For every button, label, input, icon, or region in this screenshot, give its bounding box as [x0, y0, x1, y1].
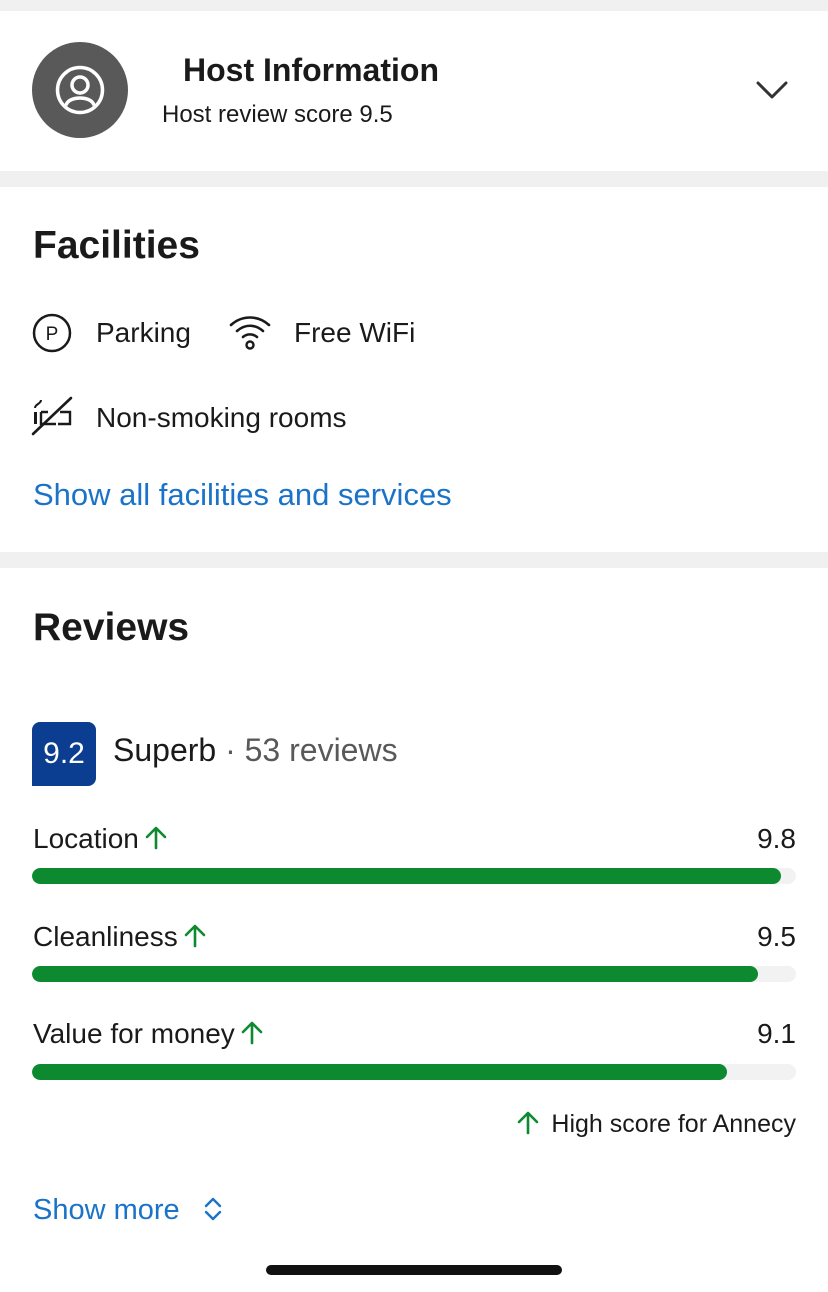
reviews-title: Reviews — [33, 606, 190, 649]
no-smoking-icon — [30, 395, 74, 442]
score-bar-track — [32, 966, 796, 982]
category-label: Value for money — [33, 1018, 235, 1049]
facility-parking-label: Parking — [96, 317, 191, 348]
category-score: 9.8 — [757, 823, 796, 854]
score-bar-fill — [32, 868, 781, 884]
facility-non-smoking-label: Non-smoking rooms — [96, 402, 347, 433]
category-score: 9.5 — [757, 921, 796, 952]
chevron-up-down-icon — [204, 1197, 221, 1221]
category-location: Location — [33, 823, 167, 855]
facility-wifi-label: Free WiFi — [294, 317, 416, 348]
expand-host-button[interactable] — [752, 72, 792, 108]
score-bar-fill — [32, 966, 758, 982]
review-summary: Superb · 53 reviews — [113, 732, 398, 769]
parking-icon: P — [32, 313, 72, 358]
high-score-text: High score for Annecy — [551, 1110, 796, 1138]
user-circle-icon — [55, 65, 105, 115]
top-separator — [0, 0, 828, 11]
high-score-note: High score for Annecy — [517, 1110, 796, 1139]
chevron-down-icon — [756, 81, 788, 99]
score-bar-track — [32, 1064, 796, 1080]
arrow-up-icon — [184, 924, 206, 948]
arrow-up-icon — [241, 1021, 263, 1045]
section-separator — [0, 552, 828, 568]
show-all-facilities-link[interactable]: Show all facilities and services — [33, 477, 452, 513]
section-separator — [0, 171, 828, 187]
show-more-button[interactable]: Show more — [33, 1194, 224, 1227]
review-count[interactable]: 53 reviews — [245, 732, 398, 768]
host-avatar — [32, 42, 128, 138]
show-more-label: Show more — [33, 1194, 180, 1226]
category-label: Location — [33, 823, 139, 854]
facilities-title: Facilities — [33, 224, 200, 267]
category-value-for-money: Value for money — [33, 1018, 263, 1050]
score-bar-track — [32, 868, 796, 884]
category-cleanliness: Cleanliness — [33, 921, 206, 953]
review-score-badge: 9.2 — [32, 722, 96, 786]
host-title: Host Information — [183, 52, 439, 88]
host-review-score: Host review score 9.5 — [162, 101, 393, 128]
arrow-up-icon — [145, 826, 167, 850]
score-bar-fill — [32, 1064, 728, 1080]
arrow-up-icon — [518, 1111, 539, 1135]
category-label: Cleanliness — [33, 921, 178, 952]
svg-text:P: P — [46, 324, 59, 345]
wifi-icon — [228, 312, 272, 357]
separator-dot: · — [225, 732, 236, 768]
rating-word: Superb — [113, 732, 217, 768]
home-indicator[interactable] — [266, 1265, 562, 1275]
category-score: 9.1 — [757, 1018, 796, 1049]
